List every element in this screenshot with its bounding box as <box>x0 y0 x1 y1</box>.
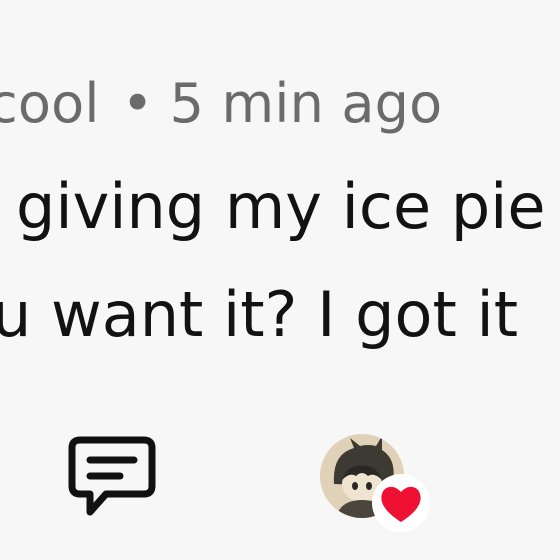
meta-separator: • <box>121 72 154 135</box>
comment-button[interactable] <box>66 434 158 522</box>
heart-icon <box>381 486 421 522</box>
author-name[interactable]: cool <box>0 72 100 135</box>
post-meta: cool • 5 min ago <box>0 68 442 140</box>
post-body-line-2: u want it? I got it <box>0 278 519 351</box>
reaction-avatar[interactable] <box>320 434 430 532</box>
post-body-line-1: giving my ice pie <box>16 170 546 243</box>
comment-bubble-icon <box>68 436 156 516</box>
post-timestamp: 5 min ago <box>169 72 443 135</box>
heart-badge[interactable] <box>372 474 430 532</box>
